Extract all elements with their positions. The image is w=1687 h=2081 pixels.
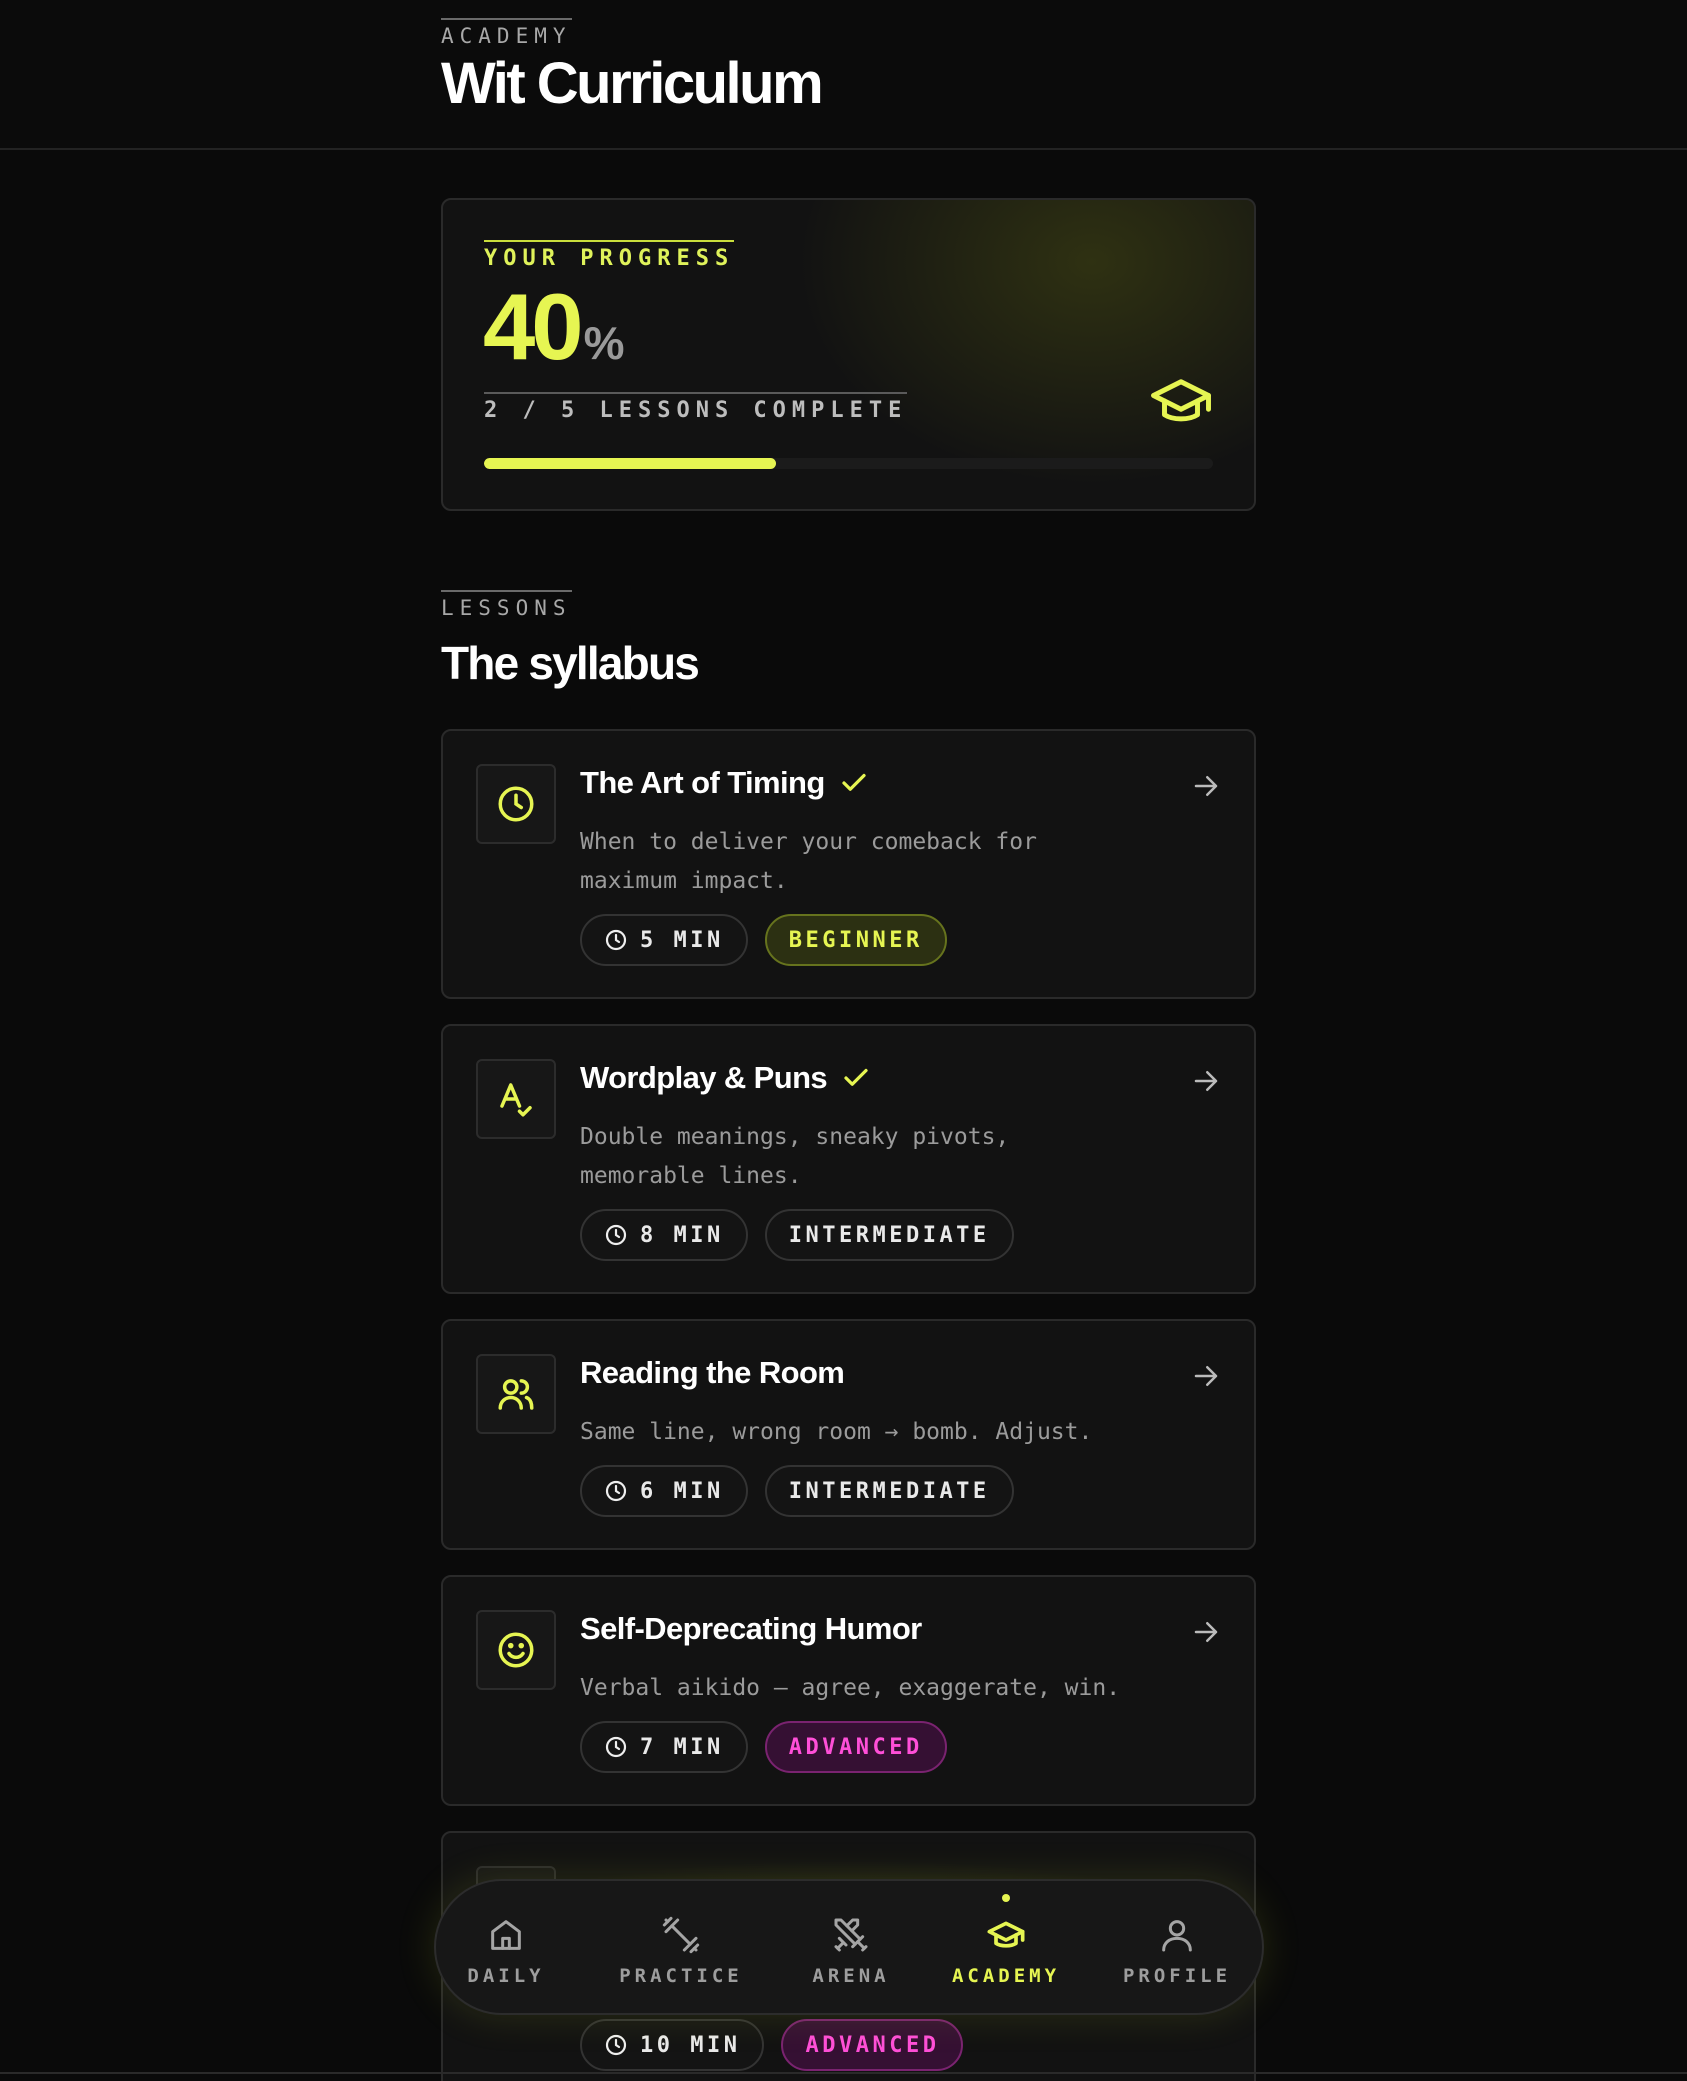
active-indicator-dot	[1002, 1894, 1010, 1902]
arrow-right-icon[interactable]	[1191, 1361, 1221, 1391]
lesson-title: Wordplay & Puns	[580, 1060, 871, 1096]
lesson-description: Same line, wrong room → bomb. Adjust.	[580, 1419, 1093, 1445]
level-chip: INTERMEDIATE	[764, 1465, 1014, 1517]
lesson-chips: 5 MIN BEGINNER	[580, 914, 947, 966]
lesson-card-art-of-timing[interactable]: The Art of Timing When to deliver your c…	[441, 729, 1256, 999]
crossed-swords-icon	[834, 1918, 868, 1952]
app-header: ACADEMY Wit Curriculum	[0, 0, 1687, 150]
progress-label: YOUR PROGRESS	[484, 240, 735, 271]
check-icon	[844, 1068, 868, 1086]
academy-page: ACADEMY Wit Curriculum YOUR PROGRESS 40%…	[0, 0, 1687, 2081]
level-chip: ADVANCED	[781, 2019, 964, 2071]
lesson-title-text: Wordplay & Puns	[580, 1060, 828, 1095]
progress-bar-fill	[484, 458, 776, 469]
lesson-title-text: Self-Deprecating Humor	[580, 1611, 922, 1646]
duration-text: 7 MIN	[640, 1734, 724, 1760]
home-icon	[491, 1920, 521, 1950]
lesson-title-text: Reading the Room	[580, 1355, 845, 1390]
lesson-description: When to deliver your comeback for maximu…	[580, 829, 1037, 894]
duration-text: 5 MIN	[640, 927, 724, 953]
lesson-icon-box	[476, 764, 556, 844]
progress-percent: 40%	[483, 280, 624, 374]
progress-percent-value: 40	[483, 274, 584, 379]
lessons-eyebrow: LESSONS	[441, 590, 572, 620]
lesson-card-self-deprecating-humor[interactable]: Self-Deprecating Humor Verbal aikido — a…	[441, 1575, 1256, 1806]
duration-text: 10 MIN	[640, 2032, 741, 2058]
graduation-cap-icon	[987, 1921, 1025, 1948]
nav-item-practice[interactable]: PRACTICE	[616, 1881, 746, 2017]
duration-chip: 10 MIN	[580, 2019, 765, 2071]
nav-label: ARENA	[812, 1965, 890, 1987]
lesson-chips: 8 MIN INTERMEDIATE	[580, 1209, 1014, 1261]
progress-card: YOUR PROGRESS 40% 2 / 5 LESSONS COMPLETE	[441, 198, 1256, 511]
nav-item-arena[interactable]: ARENA	[806, 1881, 896, 2017]
lesson-chips: 7 MIN ADVANCED	[580, 1721, 947, 1773]
lesson-icon-box	[476, 1354, 556, 1434]
graduation-cap-icon	[1151, 379, 1211, 422]
nav-item-academy[interactable]: ACADEMY	[946, 1881, 1066, 2017]
level-chip: ADVANCED	[764, 1721, 947, 1773]
bottom-nav: DAILY PRACTICE ARENA ACADEMY PROFILE	[434, 1879, 1264, 2015]
lessons-complete-count: 2 / 5 LESSONS COMPLETE	[484, 392, 908, 423]
lesson-icon-box	[476, 1610, 556, 1690]
clock-icon	[605, 1480, 627, 1502]
arrow-right-icon[interactable]	[1191, 771, 1221, 801]
bottom-divider	[0, 2072, 1687, 2074]
smile-icon	[498, 1632, 534, 1668]
nav-item-daily[interactable]: DAILY	[466, 1881, 546, 2017]
clock-icon	[605, 1224, 627, 1246]
user-icon	[1162, 1920, 1192, 1952]
clock-icon	[605, 929, 627, 951]
progress-percent-symbol: %	[583, 317, 625, 369]
duration-text: 8 MIN	[640, 1222, 724, 1248]
nav-label: DAILY	[467, 1965, 545, 1987]
lesson-title: The Art of Timing	[580, 765, 869, 801]
duration-chip: 7 MIN	[580, 1721, 748, 1773]
lesson-chips: 10 MIN ADVANCED	[580, 2019, 964, 2071]
lesson-title-text: The Art of Timing	[580, 765, 825, 800]
arrow-right-icon[interactable]	[1191, 1617, 1221, 1647]
clock-icon	[498, 786, 534, 822]
lesson-icon-box	[476, 1059, 556, 1139]
users-icon	[498, 1379, 534, 1410]
spell-check-icon	[500, 1083, 532, 1117]
check-icon	[842, 773, 866, 791]
nav-label: ACADEMY	[951, 1965, 1061, 1987]
lesson-chips: 6 MIN INTERMEDIATE	[580, 1465, 1014, 1517]
dumbbell-icon	[662, 1916, 700, 1954]
level-chip: INTERMEDIATE	[764, 1209, 1014, 1261]
lesson-description: Double meanings, sneaky pivots, memorabl…	[580, 1124, 1010, 1189]
level-chip: BEGINNER	[764, 914, 947, 966]
header-eyebrow: ACADEMY	[441, 18, 572, 48]
clock-icon	[605, 2034, 627, 2056]
nav-item-profile[interactable]: PROFILE	[1122, 1881, 1232, 2017]
duration-text: 6 MIN	[640, 1478, 724, 1504]
lesson-card-wordplay-puns[interactable]: Wordplay & Puns Double meanings, sneaky …	[441, 1024, 1256, 1294]
arrow-right-icon[interactable]	[1191, 1066, 1221, 1096]
page-title: Wit Curriculum	[441, 51, 824, 116]
clock-icon	[605, 1736, 627, 1758]
duration-chip: 8 MIN	[580, 1209, 748, 1261]
lesson-title: Reading the Room	[580, 1355, 845, 1391]
lesson-card-reading-the-room[interactable]: Reading the Room Same line, wrong room →…	[441, 1319, 1256, 1550]
syllabus-title: The syllabus	[441, 637, 700, 689]
progress-bar	[484, 458, 1213, 469]
nav-label: PROFILE	[1122, 1965, 1232, 1987]
nav-label: PRACTICE	[619, 1965, 743, 1987]
duration-chip: 5 MIN	[580, 914, 748, 966]
duration-chip: 6 MIN	[580, 1465, 748, 1517]
lesson-title: Self-Deprecating Humor	[580, 1611, 922, 1647]
lesson-description: Verbal aikido — agree, exaggerate, win.	[580, 1675, 1121, 1701]
